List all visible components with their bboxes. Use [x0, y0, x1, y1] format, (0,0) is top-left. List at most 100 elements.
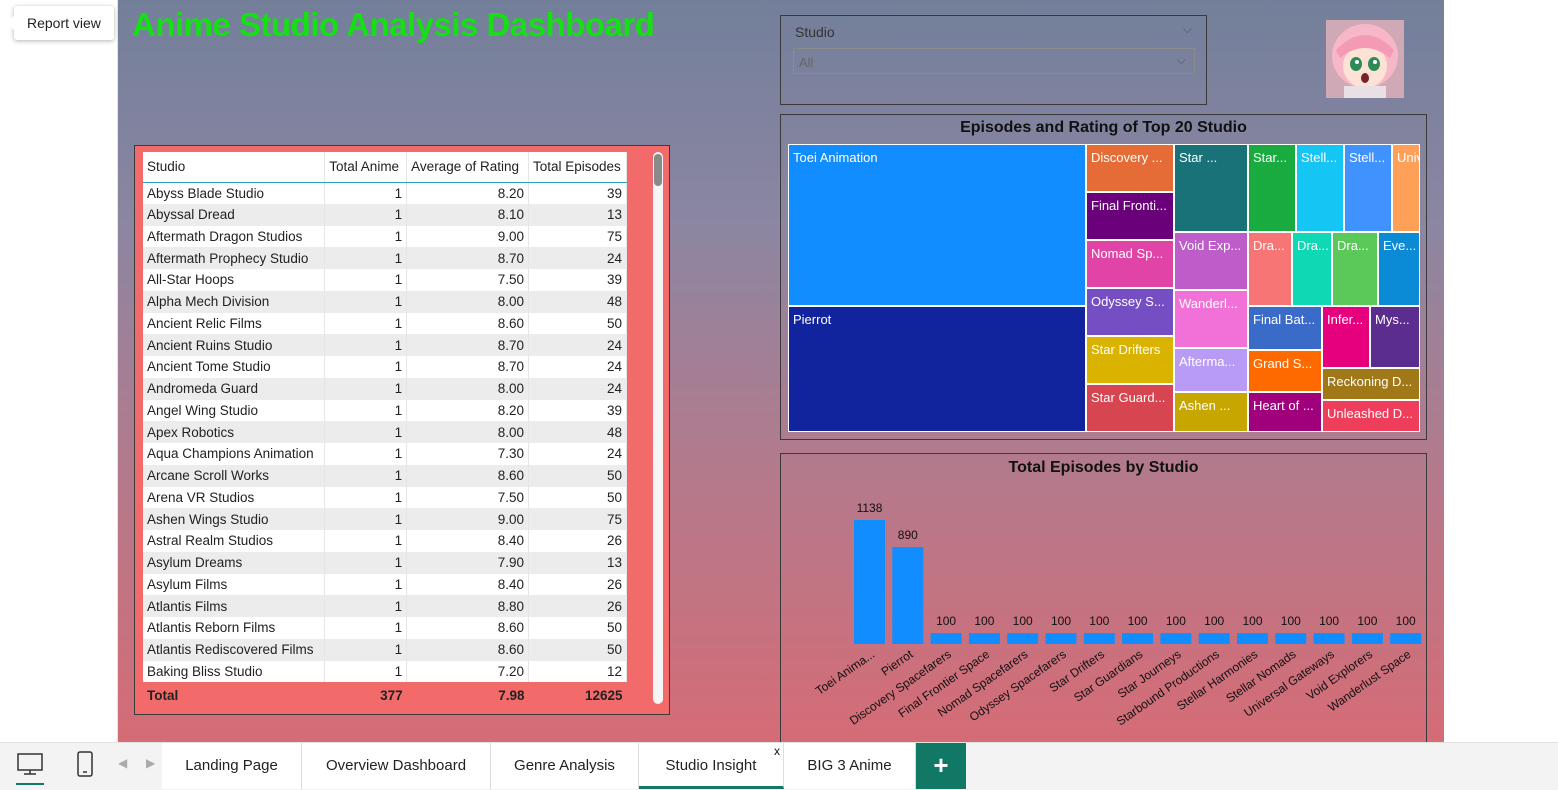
treemap-tile[interactable]: Univ...	[1392, 144, 1420, 232]
table-cell: 8.60	[406, 638, 529, 661]
table-row[interactable]: All-Star Hoops 1 7.50 39	[143, 269, 627, 291]
tab-overview-dashboard[interactable]: Overview Dashboard	[302, 743, 491, 789]
table-row[interactable]: Arcane Scroll Works 1 8.60 50	[143, 464, 627, 487]
table-row[interactable]: Ashen Wings Studio 1 9.00 75	[143, 508, 627, 530]
bar[interactable]	[1313, 633, 1345, 644]
column-header[interactable]: Total Anime	[324, 152, 408, 183]
total-cell: 7.98	[406, 682, 529, 709]
bar[interactable]	[1007, 633, 1039, 644]
mobile-layout-icon[interactable]	[76, 751, 94, 782]
table-scroll-thumb[interactable]	[654, 154, 662, 186]
treemap-tile[interactable]: Wanderl...	[1174, 290, 1248, 348]
treemap-tile[interactable]: Unleashed D...	[1322, 400, 1420, 432]
table-cell: 8.00	[406, 377, 529, 400]
bar[interactable]	[892, 547, 924, 644]
bar[interactable]	[1275, 633, 1307, 644]
table-row[interactable]: Abyss Blade Studio 1 8.20 39	[143, 182, 627, 204]
table-row[interactable]: Arena VR Studios 1 7.50 50	[143, 486, 627, 509]
table-row[interactable]: Atlantis Films 1 8.80 26	[143, 595, 627, 617]
table-cell: Aftermath Dragon Studios	[143, 225, 326, 248]
table-row[interactable]: Aftermath Prophecy Studio 1 8.70 24	[143, 247, 627, 269]
treemap-tile[interactable]: Final Bat...	[1248, 306, 1322, 350]
treemap-tile[interactable]: Final Fronti...	[1086, 192, 1174, 240]
treemap-title: Episodes and Rating of Top 20 Studio	[960, 119, 1247, 136]
treemap-tile[interactable]: Ashen ...	[1174, 392, 1248, 432]
chevron-down-icon[interactable]: ⌵	[1177, 53, 1186, 68]
close-tab-icon[interactable]: x	[774, 744, 780, 758]
table-cell: 39	[528, 182, 627, 204]
table-row[interactable]: Angel Wing Studio 1 8.20 39	[143, 399, 627, 422]
treemap-tile[interactable]: Stell...	[1296, 144, 1344, 232]
left-rail	[0, 0, 118, 742]
table-row[interactable]: Baking Bliss Studio 1 7.20 12	[143, 660, 627, 683]
treemap-tile[interactable]: Heart of ...	[1248, 392, 1322, 432]
table-scrollbar[interactable]	[653, 152, 663, 704]
table-row[interactable]: Aqua Champions Animation 1 7.30 24	[143, 443, 627, 465]
treemap-tile[interactable]: Dra...	[1248, 232, 1292, 306]
table-cell: Baking Bliss Studio	[143, 660, 326, 683]
chevron-right-icon[interactable]: ▶	[146, 756, 155, 770]
table-row[interactable]: Aftermath Dragon Studios 1 9.00 75	[143, 225, 627, 248]
treemap-tile[interactable]: Dra...	[1292, 232, 1332, 306]
column-header[interactable]: Studio	[143, 152, 326, 183]
treemap-tile[interactable]: Eve...	[1378, 232, 1420, 306]
bar[interactable]	[1198, 633, 1230, 644]
desktop-layout-icon[interactable]	[16, 751, 44, 785]
treemap-tile[interactable]: Void Exp...	[1174, 232, 1248, 290]
bar[interactable]	[1122, 633, 1154, 644]
table-cell: 1	[324, 486, 408, 509]
table-row[interactable]: Atlantis Rediscovered Films 1 8.60 50	[143, 638, 627, 661]
treemap-tile[interactable]: Star Drifters	[1086, 336, 1174, 384]
bar[interactable]	[1160, 633, 1192, 644]
treemap-tile[interactable]: Star Guard...	[1086, 384, 1174, 432]
column-header[interactable]: Average of Rating	[406, 152, 529, 183]
table-row[interactable]: Asylum Dreams 1 7.90 13	[143, 551, 627, 574]
table-cell: 7.50	[406, 269, 529, 291]
bar-data-label: 100	[1089, 614, 1109, 628]
table-row[interactable]: Ancient Relic Films 1 8.60 50	[143, 312, 627, 335]
treemap-tile[interactable]: Star...	[1248, 144, 1296, 232]
slicer-collapse-chevron-icon[interactable]: ⌵	[1183, 22, 1192, 37]
treemap-tile[interactable]: Grand S...	[1248, 350, 1322, 392]
table-row[interactable]: Andromeda Guard 1 8.00 24	[143, 377, 627, 400]
bar[interactable]	[1351, 633, 1383, 644]
tab-big-3-anime[interactable]: BIG 3 Anime	[784, 743, 916, 789]
bar[interactable]	[930, 633, 962, 644]
treemap-tile[interactable]: Star ...	[1174, 144, 1248, 232]
treemap-tile[interactable]: Toei Animation	[788, 144, 1086, 306]
studio-dropdown[interactable]: All ⌵	[793, 48, 1195, 74]
treemap-tile[interactable]: Mys...	[1370, 306, 1420, 368]
table-row[interactable]: Ancient Tome Studio 1 8.70 24	[143, 356, 627, 378]
studio-treemap: Toei Animation Pierrot Discovery ... Final …	[788, 144, 1420, 432]
treemap-tile[interactable]: Pierrot	[788, 306, 1086, 432]
table-row[interactable]: Astral Realm Studios 1 8.40 26	[143, 530, 627, 552]
table-cell: 1	[324, 182, 408, 204]
bar[interactable]	[854, 520, 885, 644]
bar[interactable]	[1083, 633, 1115, 644]
tab-genre-analysis[interactable]: Genre Analysis	[491, 743, 639, 789]
table-row[interactable]: Ancient Ruins Studio 1 8.70 24	[143, 334, 627, 356]
treemap-tile[interactable]: Dra...	[1332, 232, 1378, 306]
tab-landing-page[interactable]: Landing Page	[162, 743, 302, 789]
bar[interactable]	[1045, 633, 1077, 644]
table-row[interactable]: Abyssal Dread 1 8.10 13	[143, 203, 627, 226]
chevron-left-icon[interactable]: ◀	[118, 756, 127, 770]
column-header[interactable]: Total Episodes	[528, 152, 627, 183]
report-canvas: Anime Studio Analysis Dashboard Studio To…	[118, 0, 1444, 742]
treemap-tile[interactable]: Reckoning D...	[1322, 368, 1420, 400]
bar[interactable]	[968, 633, 1000, 644]
treemap-tile[interactable]: Discovery ...	[1086, 144, 1174, 192]
table-row[interactable]: Apex Robotics 1 8.00 48	[143, 421, 627, 443]
table-row[interactable]: Asylum Films 1 8.40 26	[143, 573, 627, 596]
tab-studio-insight[interactable]: Studio Insight x	[639, 743, 784, 789]
add-page-button[interactable]: +	[916, 743, 966, 789]
table-row[interactable]: Alpha Mech Division 1 8.00 48	[143, 290, 627, 313]
treemap-tile[interactable]: Nomad Sp...	[1086, 240, 1174, 288]
treemap-tile[interactable]: Odyssey S...	[1086, 288, 1174, 336]
bar[interactable]	[1390, 633, 1422, 644]
treemap-tile[interactable]: Stell...	[1344, 144, 1392, 232]
bar[interactable]	[1237, 633, 1268, 644]
table-row[interactable]: Atlantis Reborn Films 1 8.60 50	[143, 617, 627, 639]
treemap-tile[interactable]: Afterma...	[1174, 348, 1248, 392]
treemap-tile[interactable]: Infer...	[1322, 306, 1370, 368]
